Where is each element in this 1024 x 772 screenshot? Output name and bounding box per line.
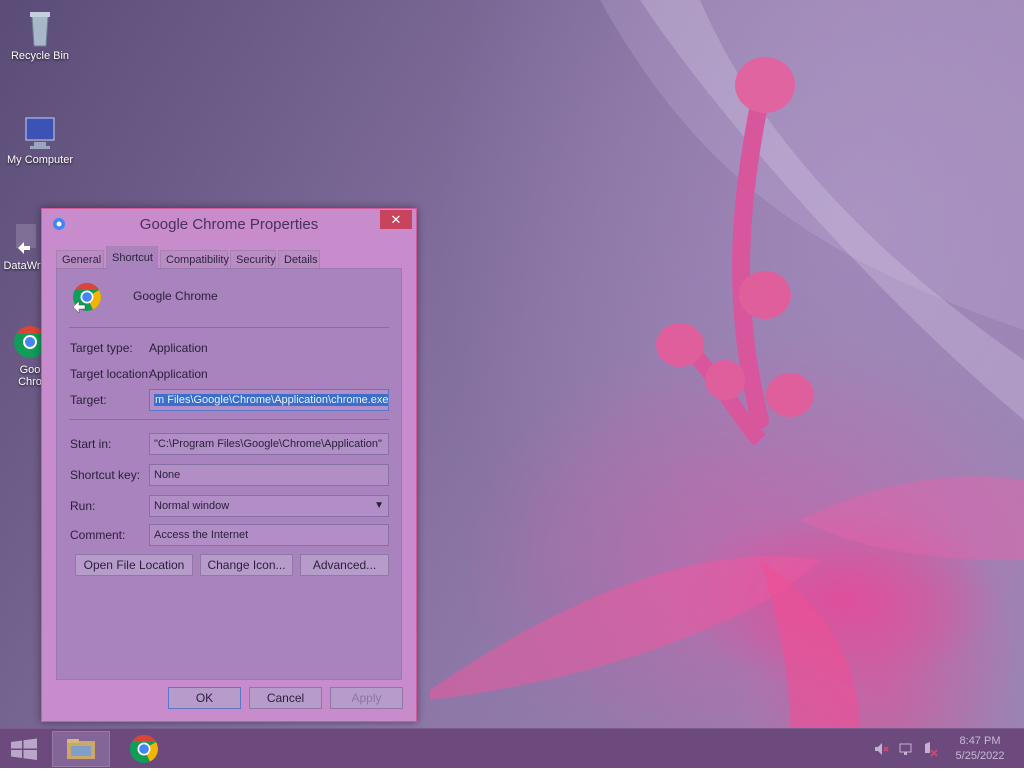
network-icon[interactable] <box>898 741 914 757</box>
run-select-value: Normal window <box>154 500 230 512</box>
cancel-button[interactable]: Cancel <box>249 687 322 709</box>
comment-label: Comment: <box>70 528 126 542</box>
target-label: Target: <box>70 393 107 407</box>
ok-button[interactable]: OK <box>168 687 241 709</box>
tab-details[interactable]: Details <box>278 250 320 268</box>
taskbar: 8:47 PM 5/25/2022 <box>0 728 1024 768</box>
run-select[interactable]: Normal window ▼ <box>149 495 389 517</box>
dialog-title: Google Chrome Properties <box>139 216 319 233</box>
apply-button[interactable]: Apply <box>330 687 403 709</box>
chrome-icon <box>130 735 158 763</box>
properties-dialog: Google Chrome Properties ✕ General Short… <box>41 208 417 722</box>
app-name: Google Chrome <box>133 289 218 303</box>
tab-shortcut[interactable]: Shortcut <box>106 246 158 269</box>
desktop-icon-label: My Computer <box>6 154 74 166</box>
chrome-icon <box>71 281 103 314</box>
desktop-icon-my-computer[interactable]: My Computer <box>0 112 80 166</box>
start-in-label: Start in: <box>70 437 112 451</box>
target-location-value: Application <box>149 367 208 381</box>
dialog-titlebar[interactable]: Google Chrome Properties ✕ <box>42 209 416 239</box>
shortcut-key-label: Shortcut key: <box>70 468 141 482</box>
target-type-value: Application <box>149 341 208 355</box>
target-input[interactable]: m Files\Google\Chrome\Application\chrome… <box>149 389 389 411</box>
shortcut-tab-panel: Google Chrome Target type: Application T… <box>56 268 402 680</box>
advanced-button[interactable]: Advanced... <box>300 554 389 576</box>
folder-icon <box>67 739 95 759</box>
run-label: Run: <box>70 499 96 513</box>
divider <box>69 327 389 328</box>
taskbar-chrome[interactable] <box>122 731 166 767</box>
change-icon-button[interactable]: Change Icon... <box>200 554 293 576</box>
desktop-icon-recycle-bin[interactable]: Recycle Bin <box>0 8 80 62</box>
open-file-location-button[interactable]: Open File Location <box>75 554 193 576</box>
target-type-label: Target type: <box>70 341 133 355</box>
clock-time: 8:47 PM <box>959 735 1001 747</box>
tab-security[interactable]: Security <box>230 250 276 268</box>
close-button[interactable]: ✕ <box>380 210 412 229</box>
target-location-label: Target location: <box>70 367 152 381</box>
shortcut-icon <box>2 218 42 258</box>
computer-icon <box>20 112 60 152</box>
desktop-icon-label: DataWr <box>3 260 41 272</box>
tab-compatibility[interactable]: Compatibility <box>160 250 229 268</box>
chevron-down-icon: ▼ <box>374 500 384 511</box>
windows-logo-icon <box>11 738 37 760</box>
start-button[interactable] <box>0 729 48 769</box>
desktop-icon-label: Recycle Bin <box>10 50 70 62</box>
divider <box>69 419 389 420</box>
volume-muted-icon[interactable] <box>873 741 889 757</box>
tab-general[interactable]: General <box>56 250 104 268</box>
recycle-bin-icon <box>20 8 60 48</box>
clock-date: 5/25/2022 <box>955 750 1005 762</box>
comment-input[interactable]: Access the Internet <box>149 524 389 546</box>
taskbar-clock[interactable]: 8:47 PM 5/25/2022 <box>940 734 1020 764</box>
desktop: Recycle Bin My Computer DataWr Goo Chro <box>0 0 1024 728</box>
shortcut-key-input[interactable]: None <box>149 464 389 486</box>
start-in-input[interactable]: "C:\Program Files\Google\Chrome\Applicat… <box>149 433 389 455</box>
action-center-icon[interactable] <box>922 741 938 757</box>
taskbar-file-explorer[interactable] <box>52 731 110 767</box>
target-input-text: m Files\Google\Chrome\Application\chrome… <box>154 394 388 406</box>
